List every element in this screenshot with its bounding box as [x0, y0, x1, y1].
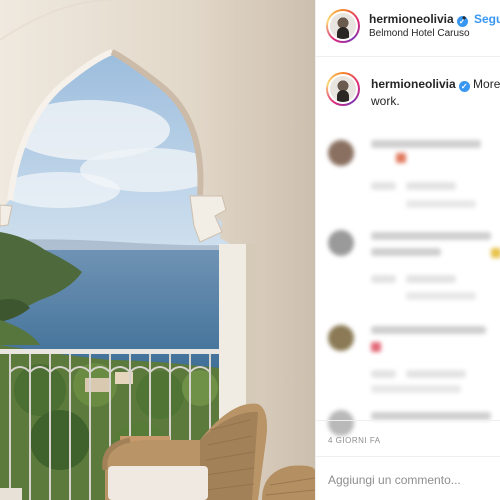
follow-button[interactable]: Segui [474, 12, 500, 26]
avatar [328, 230, 354, 256]
post-timestamp[interactable]: 4 GIORNI FA [328, 436, 381, 445]
author-username[interactable]: hermioneolivia ✓ [369, 12, 468, 27]
add-comment-bar [316, 456, 500, 500]
caption-author-avatar[interactable] [326, 72, 360, 106]
avatar [328, 325, 354, 351]
post-location[interactable]: Belmond Hotel Caruso [369, 28, 470, 39]
avatar-photo [330, 13, 356, 39]
comments-list [316, 120, 500, 436]
verified-badge-icon: ✓ [458, 81, 470, 92]
caption-text: hermioneolivia✓ More l work. [371, 76, 500, 110]
post-details-panel: hermioneolivia✓ • Segui Belmond Hotel Ca… [315, 0, 500, 500]
post-photo[interactable] [0, 0, 315, 500]
post-header: hermioneolivia✓ • Segui Belmond Hotel Ca… [316, 0, 500, 57]
photo-scene [0, 0, 315, 500]
avatar [328, 410, 354, 436]
caption-username[interactable]: hermioneolivia [371, 77, 456, 91]
avatar-photo [330, 76, 356, 102]
separator-dot: • [462, 11, 467, 25]
divider [316, 420, 500, 421]
avatar [328, 140, 354, 166]
caption-line-1: More l [473, 77, 500, 91]
author-avatar[interactable] [326, 9, 360, 43]
caption-line-2: work. [371, 94, 400, 108]
comment-input[interactable] [328, 473, 498, 487]
author-username-text: hermioneolivia [369, 12, 454, 26]
